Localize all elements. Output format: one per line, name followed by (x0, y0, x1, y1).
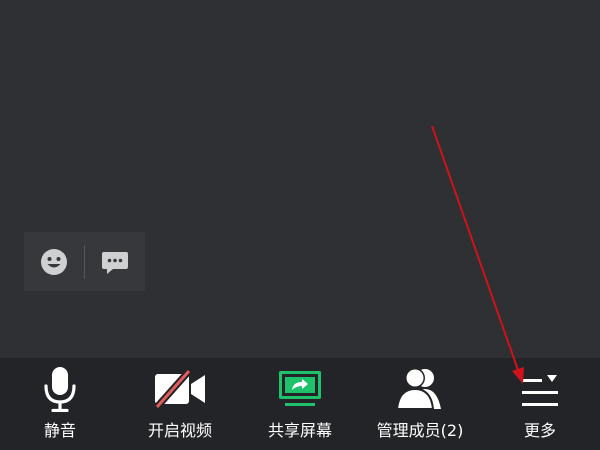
manage-members-button[interactable]: 管理成员(2) (360, 358, 480, 450)
more-button[interactable]: 更多 (480, 358, 600, 450)
bottom-toolbar: 静音 开启视频 共享屏幕 管理成员(2) 更多 (0, 358, 600, 450)
reaction-panel (24, 232, 145, 291)
chat-icon (102, 251, 128, 274)
microphone-icon (44, 367, 76, 412)
emoji-button[interactable] (24, 232, 84, 291)
share-screen-label: 共享屏幕 (267, 421, 332, 440)
share-screen-icon (279, 371, 321, 406)
video-off-icon (154, 369, 205, 409)
emoji-icon (41, 248, 67, 275)
chat-button[interactable] (85, 232, 145, 291)
start-video-button[interactable]: 开启视频 (120, 358, 240, 450)
members-icon (395, 368, 441, 410)
video-area (0, 0, 600, 358)
more-label: 更多 (523, 421, 556, 440)
mute-button[interactable]: 静音 (0, 358, 120, 450)
share-screen-button[interactable]: 共享屏幕 (240, 358, 360, 450)
start-video-label: 开启视频 (147, 421, 212, 440)
more-menu-icon (522, 375, 558, 406)
manage-members-label: 管理成员(2) (376, 421, 464, 440)
mute-label: 静音 (43, 421, 76, 440)
meeting-screen: 静音 开启视频 共享屏幕 管理成员(2) 更多 (0, 0, 600, 450)
